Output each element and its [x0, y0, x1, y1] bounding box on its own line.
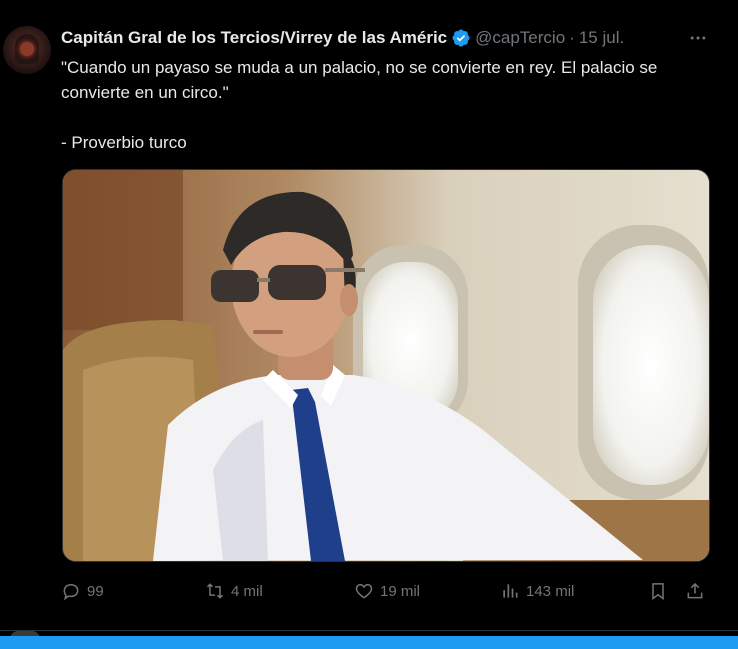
- views-button[interactable]: 143 mil: [500, 576, 574, 606]
- photo-illustration: [63, 170, 709, 561]
- tweet-attribution: - Proverbio turco: [61, 133, 187, 152]
- tweet-header: Capitán Gral de los Tercios/Virrey de la…: [61, 26, 721, 50]
- avatar[interactable]: [3, 26, 51, 74]
- like-button[interactable]: 19 mil: [354, 576, 420, 606]
- tweet-date[interactable]: 15 jul.: [579, 28, 624, 48]
- reply-button[interactable]: 99: [61, 576, 104, 606]
- reply-count: 99: [87, 582, 104, 600]
- tweet-quote: "Cuando un payaso se muda a un palacio, …: [61, 58, 658, 102]
- repost-count: 4 mil: [231, 582, 263, 600]
- like-count: 19 mil: [380, 582, 421, 600]
- share-button[interactable]: [685, 576, 711, 606]
- bookmark-button[interactable]: [648, 576, 674, 606]
- repost-button[interactable]: 4 mil: [205, 576, 263, 606]
- views-icon: [503, 584, 518, 598]
- avatar-face: [20, 42, 34, 56]
- more-options-button[interactable]: [686, 26, 710, 50]
- tweet[interactable]: Capitán Gral de los Tercios/Virrey de la…: [0, 0, 738, 631]
- views-count: 143 mil: [526, 582, 575, 600]
- tweet-photo[interactable]: [62, 169, 710, 562]
- share-icon: [687, 582, 703, 599]
- reply-icon: [63, 583, 79, 601]
- separator-dot: ·: [569, 28, 575, 47]
- tweet-actions: 99 4 mil 19 mil 143 mil: [61, 576, 711, 606]
- more-icon: [690, 36, 706, 40]
- repost-icon: [206, 583, 224, 599]
- author-name[interactable]: Capitán Gral de los Tercios/Virrey de la…: [61, 28, 447, 48]
- heart-icon: [355, 583, 373, 599]
- tweet-text: "Cuando un payaso se muda a un palacio, …: [61, 55, 721, 155]
- verified-badge-icon[interactable]: [451, 28, 471, 48]
- bottom-blue-bar: [0, 636, 738, 649]
- author-handle[interactable]: @capTercio: [475, 28, 565, 48]
- bookmark-icon: [652, 583, 664, 600]
